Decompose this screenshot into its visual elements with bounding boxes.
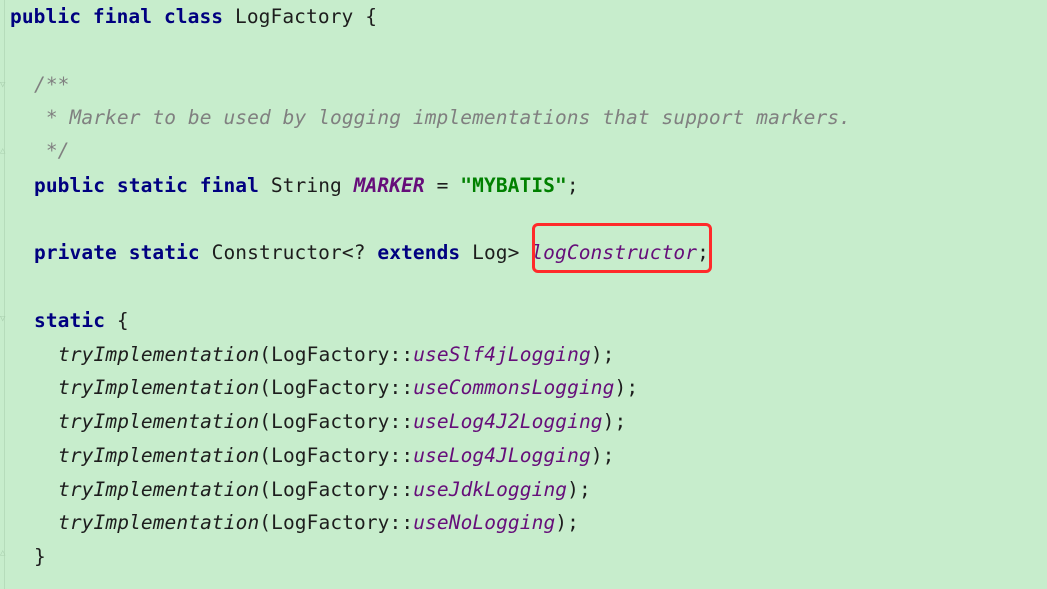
method-reference: useNoLogging [413, 511, 556, 534]
fold-marker-icon[interactable]: △ [0, 548, 8, 558]
keyword-static: static [128, 241, 200, 264]
code-line-class-declaration[interactable]: public final class LogFactory { [10, 0, 377, 34]
code-line-call[interactable]: tryImplementation(LogFactory::useNoLoggi… [58, 506, 579, 540]
keyword-public: public [34, 174, 106, 197]
method-reference: useSlf4jLogging [413, 343, 591, 366]
call-suffix: ); [555, 511, 579, 534]
code-line-call[interactable]: tryImplementation(LogFactory::useLog4JLo… [58, 439, 615, 473]
code-line-call[interactable]: tryImplementation(LogFactory::useLog4J2L… [58, 405, 626, 439]
method-reference: useLog4JLogging [413, 444, 591, 467]
method-try-implementation: tryImplementation [58, 444, 260, 467]
keyword-public: public [10, 5, 82, 28]
keyword-static: static [34, 309, 106, 332]
method-reference: useLog4J2Logging [413, 410, 603, 433]
code-editor[interactable]: ▽ △ ▽ △ public final class LogFactory { … [0, 0, 1047, 589]
call-suffix: ); [590, 444, 615, 467]
highlight-box [532, 223, 712, 273]
method-try-implementation: tryImplementation [58, 478, 260, 501]
constant-marker: MARKER [353, 174, 425, 197]
code-line-call[interactable]: tryImplementation(LogFactory::useJdkLogg… [58, 473, 591, 507]
close-brace: } [34, 545, 46, 568]
class-name: LogFactory [234, 5, 354, 28]
type-constructor: Constructor<? [211, 241, 366, 264]
comment-body: * Marker to be used by logging implement… [34, 106, 851, 129]
keyword-private: private [34, 241, 117, 264]
semicolon: ; [566, 174, 579, 197]
call-prefix: (LogFactory:: [259, 478, 414, 501]
fold-marker-icon[interactable]: ▽ [0, 80, 8, 90]
keyword-final: final [199, 174, 259, 197]
call-suffix: ); [567, 478, 591, 501]
call-suffix: ); [614, 376, 639, 399]
call-prefix: (LogFactory:: [259, 376, 414, 399]
keyword-extends: extends [377, 241, 461, 264]
code-line-call[interactable]: tryImplementation(LogFactory::useSlf4jLo… [58, 338, 615, 372]
method-try-implementation: tryImplementation [58, 343, 260, 366]
keyword-class: class [163, 5, 224, 28]
keyword-static: static [116, 174, 188, 197]
call-prefix: (LogFactory:: [259, 444, 414, 467]
fold-marker-icon[interactable]: △ [0, 146, 8, 156]
comment-open: /** [34, 73, 70, 96]
type-log: Log> [472, 241, 520, 264]
method-reference: useCommonsLogging [413, 376, 615, 399]
equals-sign: = [436, 174, 449, 197]
code-line-static-block[interactable]: static { [34, 304, 129, 338]
method-reference: useJdkLogging [413, 478, 568, 501]
call-suffix: ); [602, 410, 627, 433]
method-try-implementation: tryImplementation [58, 511, 260, 534]
keyword-final: final [92, 5, 153, 28]
type-string: String [270, 174, 342, 197]
call-prefix: (LogFactory:: [259, 511, 414, 534]
call-suffix: ); [590, 343, 615, 366]
call-prefix: (LogFactory:: [259, 410, 414, 433]
string-literal: "MYBATIS" [460, 174, 567, 197]
method-try-implementation: tryImplementation [58, 376, 260, 399]
open-brace: { [365, 5, 378, 28]
open-brace: { [116, 309, 129, 332]
code-line-marker[interactable]: public static final String MARKER = "MYB… [34, 169, 579, 203]
code-line-call[interactable]: tryImplementation(LogFactory::useCommons… [58, 371, 638, 405]
fold-marker-icon[interactable]: ▽ [0, 314, 8, 324]
comment-close: */ [34, 139, 70, 162]
call-prefix: (LogFactory:: [259, 343, 414, 366]
method-try-implementation: tryImplementation [58, 410, 260, 433]
